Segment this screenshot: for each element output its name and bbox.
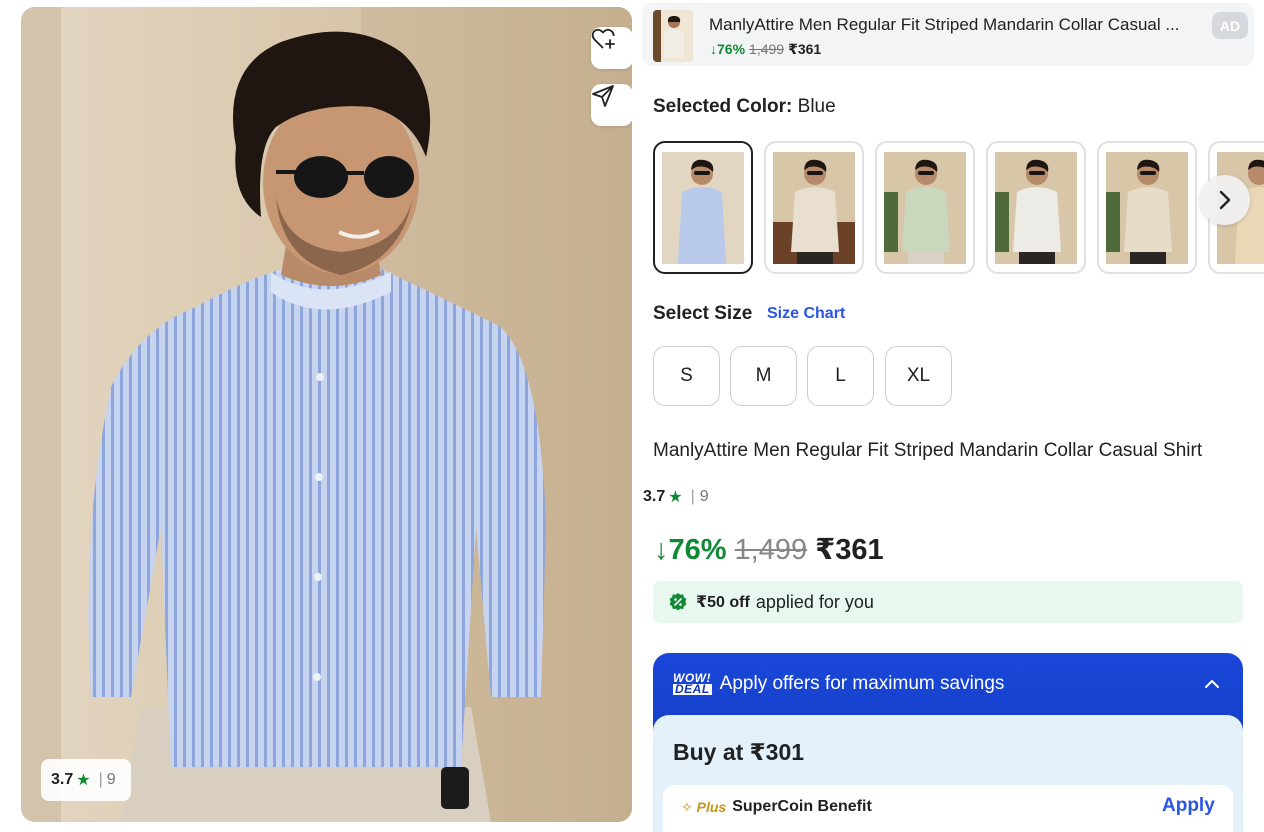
heart-plus-icon xyxy=(591,28,615,49)
chevron-up-icon xyxy=(1205,680,1219,688)
ad-mrp: 1,499 xyxy=(749,41,785,57)
applied-offer-text: applied for you xyxy=(755,591,874,612)
swatch-image xyxy=(773,152,855,264)
offers-heading: Apply offers for maximum savings xyxy=(719,673,1005,694)
ad-thumbnail xyxy=(653,10,693,62)
ad-discount: ↓76% xyxy=(710,41,746,57)
plus-logo-text: Plus xyxy=(696,798,727,815)
swatch-image xyxy=(995,152,1077,264)
star-icon: ★ xyxy=(76,772,91,789)
supercoin-benefit-text: SuperCoin Benefit xyxy=(732,798,872,815)
swatch-next-button[interactable] xyxy=(1200,175,1250,225)
supercoin-offer-card: ✧ Plus SuperCoin Benefit Apply xyxy=(663,785,1233,832)
buy-at-price: Buy at ₹301 xyxy=(673,739,805,765)
size-chart-link[interactable]: Size Chart xyxy=(767,305,845,323)
swatch-image xyxy=(884,152,966,264)
selected-color-value: Blue xyxy=(797,96,836,117)
price-block: ↓76% 1,499 ₹361 xyxy=(654,532,884,567)
applied-offer-amount: ₹50 off xyxy=(696,594,750,611)
swatch-image xyxy=(662,152,744,264)
wow-deal-line2: DEAL xyxy=(673,682,712,696)
offers-body: Buy at ₹301 ✧ Plus SuperCoin Benefit App… xyxy=(653,715,1243,832)
color-swatch-beige[interactable] xyxy=(764,141,864,274)
discount-badge-icon xyxy=(669,593,687,611)
sponsored-product-bar[interactable]: ManlyAttire Men Regular Fit Striped Mand… xyxy=(642,3,1254,66)
size-option-xl[interactable]: XL xyxy=(885,346,952,406)
ad-badge: AD xyxy=(1212,12,1248,39)
mrp-price: 1,499 xyxy=(734,534,808,566)
selected-color-title: Selected Color: xyxy=(653,96,793,117)
offers-collapse-button[interactable] xyxy=(1203,677,1221,695)
select-size-label: Select Size xyxy=(653,303,753,324)
color-swatch-list xyxy=(653,141,1264,274)
size-option-l[interactable]: L xyxy=(807,346,874,406)
color-swatch-sage[interactable] xyxy=(875,141,975,274)
discount-percent: ↓76% xyxy=(654,534,727,566)
plus-logo: ✧ Plus xyxy=(681,798,727,815)
chevron-right-icon xyxy=(1219,190,1231,210)
rating-value: 3.7 xyxy=(643,488,666,505)
wishlist-button[interactable] xyxy=(591,27,632,69)
divider: | xyxy=(98,771,103,788)
rating-summary[interactable]: 3.7 ★ | 9 xyxy=(643,487,709,507)
ad-selling-price: ₹361 xyxy=(788,41,822,57)
size-option-s[interactable]: S xyxy=(653,346,720,406)
ad-price: ↓76% 1,499 ₹361 xyxy=(710,41,821,58)
rating-count: 9 xyxy=(699,488,709,505)
size-option-m[interactable]: M xyxy=(730,346,797,406)
offers-panel: WOW! DEAL Apply offers for maximum savin… xyxy=(653,653,1243,832)
selected-color-label: Selected Color: Blue xyxy=(653,96,836,118)
apply-supercoin-button[interactable]: Apply xyxy=(1162,795,1215,817)
supercoin-label: ✧ Plus SuperCoin Benefit xyxy=(681,798,872,816)
ad-title: ManlyAttire Men Regular Fit Striped Mand… xyxy=(709,15,1180,34)
swatch-image xyxy=(1106,152,1188,264)
model-photo xyxy=(21,7,632,822)
product-image[interactable]: 3.7 ★ | 9 xyxy=(21,7,632,822)
color-swatch-off-white[interactable] xyxy=(986,141,1086,274)
applied-offer-banner: ₹50 off applied for you xyxy=(653,581,1243,623)
send-icon xyxy=(592,85,614,107)
product-title: ManlyAttire Men Regular Fit Striped Mand… xyxy=(653,440,1203,461)
image-rating-badge: 3.7 ★ | 9 xyxy=(41,759,131,801)
share-button[interactable] xyxy=(591,84,632,126)
offers-header[interactable]: WOW! DEAL Apply offers for maximum savin… xyxy=(673,672,1005,696)
image-rating-count: 9 xyxy=(106,771,116,788)
image-rating-value: 3.7 xyxy=(51,771,74,788)
color-swatch-blue[interactable] xyxy=(653,141,753,274)
divider: | xyxy=(690,488,695,505)
selling-price: ₹361 xyxy=(815,534,884,566)
wow-deal-logo: WOW! DEAL xyxy=(673,672,712,696)
color-swatch-cream[interactable] xyxy=(1097,141,1197,274)
star-icon: ★ xyxy=(668,489,683,506)
